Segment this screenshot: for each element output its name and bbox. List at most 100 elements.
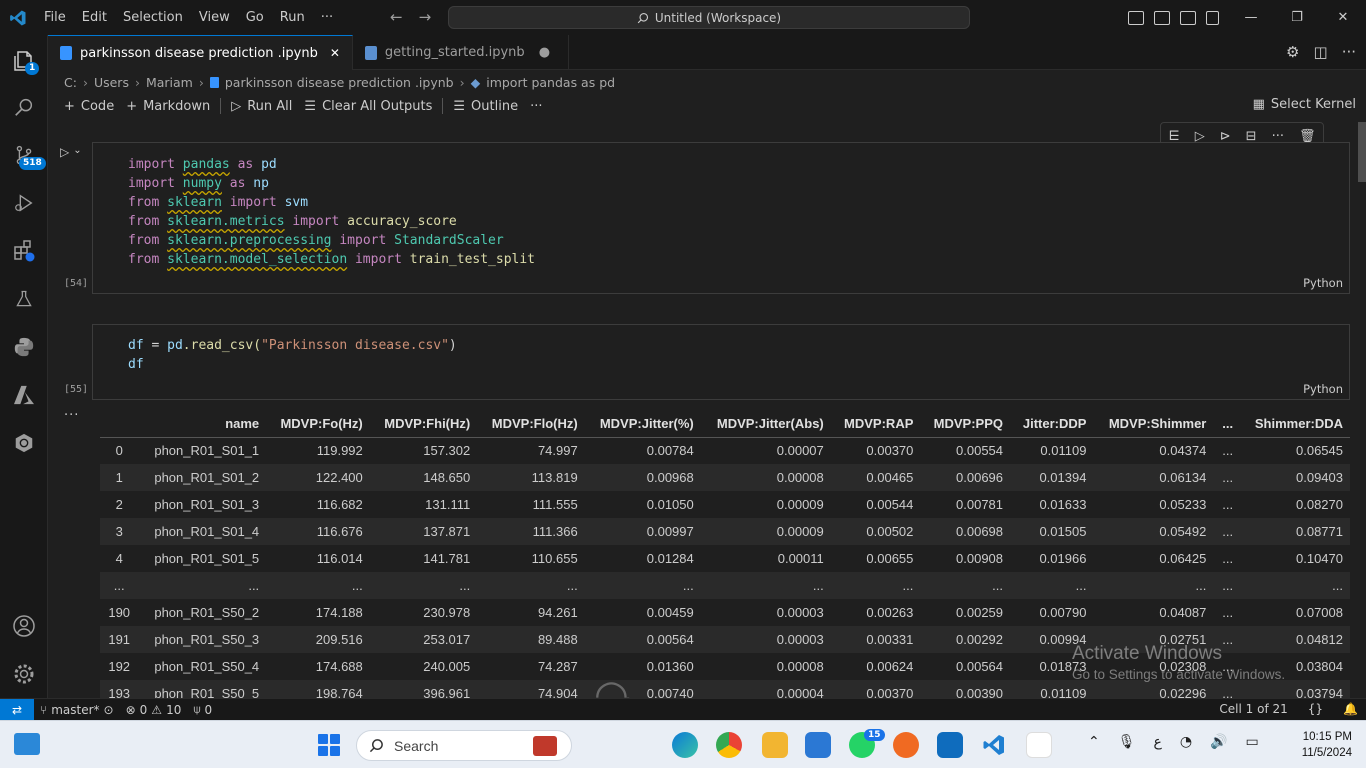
chrome-icon[interactable] bbox=[716, 732, 742, 758]
whatsapp-badge: 15 bbox=[864, 729, 885, 741]
table-cell: 0.01284 bbox=[646, 551, 694, 566]
code-token: import bbox=[292, 214, 340, 229]
more-actions-icon[interactable]: ··· bbox=[1342, 43, 1356, 61]
bell-icon[interactable]: 🔔 bbox=[1343, 702, 1358, 716]
code-token: from bbox=[128, 233, 160, 248]
azure-icon[interactable] bbox=[0, 371, 48, 419]
run-cell-button[interactable]: ▷ ⌄ bbox=[60, 145, 82, 159]
breadcrumb-cell[interactable]: import pandas as pd bbox=[486, 75, 615, 90]
code-cell-1[interactable]: import pandas as pd import numpy as np f… bbox=[92, 142, 1350, 294]
activity-bar: 1 518 bbox=[0, 35, 48, 698]
close-window-icon[interactable]: ✕ bbox=[1320, 0, 1366, 35]
table-cell: phon_R01_S50_5 bbox=[138, 680, 267, 698]
clear-outputs-button[interactable]: ☰ Clear All Outputs bbox=[298, 99, 438, 114]
testing-flask-icon[interactable] bbox=[0, 275, 48, 323]
command-center-search[interactable]: Untitled (Workspace) bbox=[448, 6, 970, 29]
code-token: svm bbox=[284, 195, 309, 210]
toggle-panel-icon[interactable] bbox=[1154, 10, 1170, 25]
breadcrumb-mariam[interactable]: Mariam bbox=[146, 75, 193, 90]
minimize-icon[interactable]: — bbox=[1228, 0, 1274, 35]
edge-icon[interactable] bbox=[672, 732, 698, 758]
store-icon[interactable] bbox=[805, 732, 831, 758]
table-cell: 0.05233 bbox=[1159, 497, 1207, 512]
breadcrumb-file[interactable]: parkinsson disease prediction .ipynb bbox=[225, 75, 454, 90]
back-arrow-icon[interactable]: ← bbox=[390, 8, 403, 26]
snipping-tool-icon[interactable] bbox=[1026, 732, 1052, 758]
restore-icon[interactable]: ❐ bbox=[1274, 0, 1320, 35]
split-editor-icon[interactable]: ◫ bbox=[1314, 43, 1328, 61]
manage-gear-icon[interactable] bbox=[0, 650, 48, 698]
microphone-icon[interactable]: 🎙 bbox=[1118, 734, 1136, 750]
battery-icon[interactable]: ▭ bbox=[1246, 734, 1259, 750]
gear-icon[interactable]: ⚙ bbox=[1286, 43, 1299, 61]
accounts-icon[interactable] bbox=[0, 602, 48, 650]
branch-icon: ⑂ bbox=[40, 702, 48, 717]
app-orange-icon[interactable] bbox=[893, 732, 919, 758]
tab-dirty-icon[interactable]: ● bbox=[539, 45, 550, 60]
volume-icon[interactable]: 🔊 bbox=[1210, 734, 1227, 750]
run-all-button[interactable]: ▷ Run All bbox=[225, 99, 298, 114]
table-cell: 1 bbox=[100, 464, 139, 491]
cell-language[interactable]: Python bbox=[1303, 276, 1343, 290]
menu-selection[interactable]: Selection bbox=[115, 10, 191, 25]
menu-edit[interactable]: Edit bbox=[74, 10, 115, 25]
table-cell: 0.01109 bbox=[1010, 680, 1094, 698]
table-cell: 209.516 bbox=[266, 626, 370, 653]
file-explorer-icon[interactable] bbox=[762, 732, 788, 758]
editor-scrollbar[interactable] bbox=[1356, 120, 1366, 698]
wifi-icon[interactable]: ◔ bbox=[1180, 734, 1192, 750]
customize-layout-icon[interactable] bbox=[1206, 10, 1219, 25]
toolbar-more-button[interactable]: ··· bbox=[524, 99, 548, 114]
tab-parkinsson-notebook[interactable]: parkinsson disease prediction .ipynb ✕ bbox=[48, 35, 353, 70]
outline-button[interactable]: ☰ Outline bbox=[447, 99, 524, 114]
add-code-button[interactable]: + Code bbox=[58, 99, 120, 114]
forward-arrow-icon[interactable]: → bbox=[419, 8, 432, 26]
select-kernel-button[interactable]: ▦ Select Kernel bbox=[1253, 97, 1356, 112]
widgets-icon[interactable] bbox=[14, 733, 40, 755]
breadcrumb-users[interactable]: Users bbox=[94, 75, 129, 90]
table-cell: ... bbox=[477, 572, 585, 599]
menu-run[interactable]: Run bbox=[272, 10, 313, 25]
source-control-icon[interactable]: 518 bbox=[0, 131, 48, 179]
code-editor[interactable]: df = pd.read_csv("Parkinsson disease.csv… bbox=[128, 336, 457, 374]
toggle-sidebar-icon[interactable] bbox=[1128, 10, 1144, 25]
code-cell-2[interactable]: df = pd.read_csv("Parkinsson disease.csv… bbox=[92, 324, 1350, 400]
menu-more[interactable]: ··· bbox=[313, 10, 341, 25]
breadcrumb-drive[interactable]: C: bbox=[64, 75, 77, 90]
remote-indicator-icon[interactable]: ⇄ bbox=[0, 698, 34, 721]
search-view-icon[interactable] bbox=[0, 83, 48, 131]
tab-getting-started[interactable]: getting_started.ipynb ● bbox=[353, 35, 570, 70]
problems-status[interactable]: ⊗ 0 ⚠ 10 bbox=[120, 703, 188, 717]
table-cell: 0.01394 bbox=[1010, 464, 1094, 491]
chevron-up-icon[interactable]: ⌃ bbox=[1088, 734, 1100, 750]
branch-status[interactable]: ⑂ master* ⊙ bbox=[34, 703, 120, 717]
run-debug-icon[interactable] bbox=[0, 179, 48, 227]
table-cell: 113.819 bbox=[477, 464, 585, 491]
input-language[interactable]: ع bbox=[1154, 734, 1162, 750]
code-editor[interactable]: import pandas as pd import numpy as np f… bbox=[128, 155, 535, 269]
scrollbar-thumb[interactable] bbox=[1358, 122, 1366, 182]
taskbar-search[interactable]: Search bbox=[356, 730, 572, 761]
column-header bbox=[100, 410, 139, 438]
menu-file[interactable]: File bbox=[36, 10, 74, 25]
output-more-icon[interactable]: ··· bbox=[64, 408, 79, 423]
kubernetes-icon[interactable] bbox=[0, 419, 48, 467]
tab-close-icon[interactable]: ✕ bbox=[330, 46, 340, 60]
outlook-icon[interactable] bbox=[937, 732, 963, 758]
extensions-icon[interactable] bbox=[0, 227, 48, 275]
table-cell: 253.017 bbox=[369, 626, 478, 653]
taskbar-clock[interactable]: 10:15 PM 11/5/2024 bbox=[1302, 729, 1352, 761]
notifications-icon[interactable]: {} bbox=[1308, 702, 1323, 716]
add-markdown-button[interactable]: + Markdown bbox=[120, 99, 216, 114]
menu-go[interactable]: Go bbox=[238, 10, 272, 25]
start-button-icon[interactable] bbox=[318, 734, 340, 756]
chevron-down-icon[interactable]: ⌄ bbox=[73, 145, 81, 159]
vscode-taskbar-icon[interactable] bbox=[981, 732, 1007, 758]
menu-view[interactable]: View bbox=[191, 10, 238, 25]
cell-language[interactable]: Python bbox=[1303, 382, 1343, 396]
cell-position[interactable]: Cell 1 of 21 bbox=[1219, 702, 1287, 716]
explorer-icon[interactable]: 1 bbox=[0, 37, 48, 85]
toggle-secondary-sidebar-icon[interactable] bbox=[1180, 10, 1196, 25]
ports-status[interactable]: ⍦ 0 bbox=[187, 702, 218, 717]
python-icon[interactable] bbox=[0, 323, 48, 371]
